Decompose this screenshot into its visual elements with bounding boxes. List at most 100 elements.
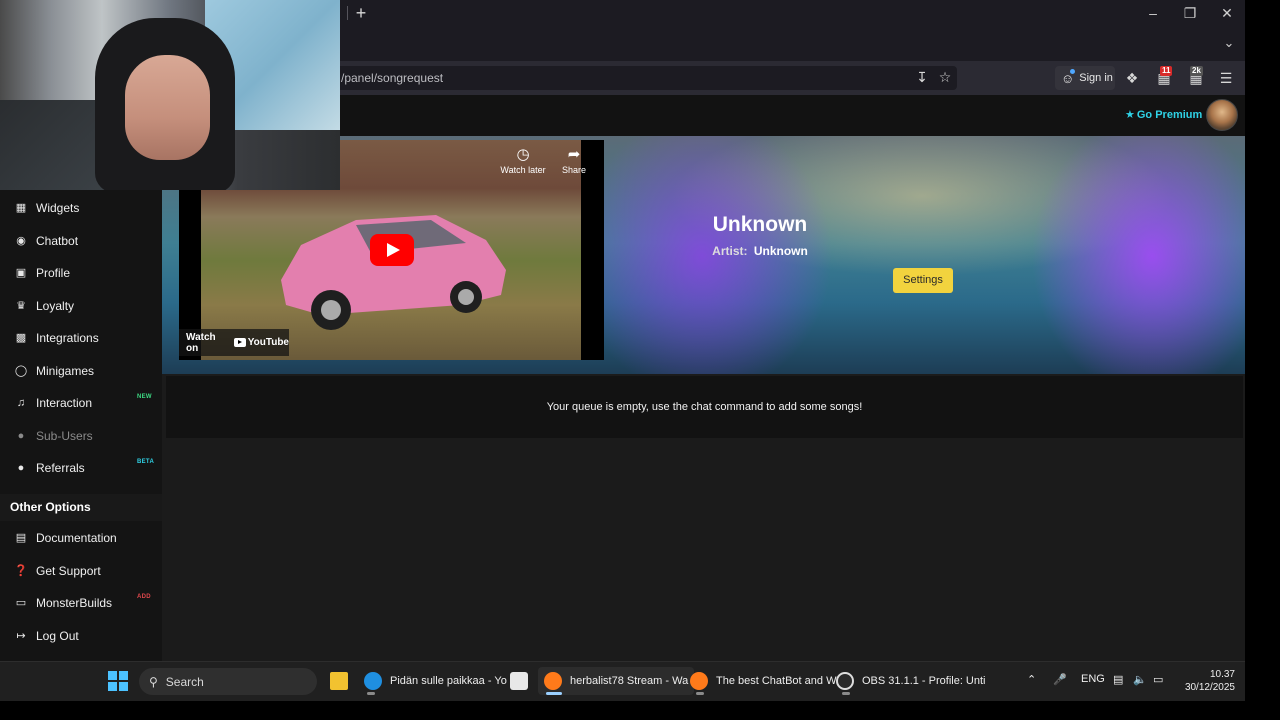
sidebar-item-label: Log Out — [36, 629, 79, 643]
minimize-icon[interactable]: – — [1143, 4, 1163, 22]
sign-in-label: Sign in — [1079, 72, 1113, 84]
volume-icon[interactable]: 🔈 — [1133, 673, 1147, 686]
active-indicator — [546, 692, 562, 695]
sidebar-item-monsterbuilds[interactable]: ▭ MonsterBuilds — [0, 588, 162, 618]
gamepad-icon: ◯ — [14, 365, 28, 377]
obs-icon — [836, 672, 854, 690]
bookmark-star-icon[interactable]: ☆ — [937, 69, 953, 85]
queue-empty-message: Your queue is empty, use the chat comman… — [166, 376, 1243, 438]
new-badge: NEW — [137, 394, 152, 400]
settings-button[interactable]: Settings — [893, 268, 953, 293]
sidebar-item-label: Widgets — [36, 201, 80, 215]
share-button[interactable]: ➦ Share — [549, 146, 599, 176]
beta-badge: BETA — [137, 459, 155, 465]
sidebar-item-sub-users[interactable]: ● Sub-Users — [0, 421, 162, 451]
question-icon: ❓ — [14, 565, 28, 577]
music-note-icon: ♫ — [16, 397, 26, 409]
close-icon[interactable]: ✕ — [1217, 4, 1237, 22]
taskbar-clock[interactable]: 10.37 30/12/2025 — [1175, 668, 1235, 694]
share-label: Share — [561, 165, 587, 175]
restore-icon[interactable]: ❐ — [1180, 4, 1200, 22]
go-premium-label: Go Premium — [1136, 108, 1203, 121]
windows-start-icon[interactable] — [108, 671, 128, 691]
person-face — [125, 55, 210, 160]
extension-badge: 11 — [1160, 66, 1173, 76]
sidebar-item-label: Chatbot — [36, 234, 79, 248]
taskbar-app-label: OBS 31.1.1 - Profile: Unti — [862, 675, 986, 687]
id-card-icon: ▣ — [15, 267, 27, 279]
avatar[interactable] — [1206, 99, 1238, 131]
language-indicator[interactable]: ENG — [1081, 673, 1105, 685]
store-icon[interactable] — [504, 667, 534, 695]
watch-later-label: Watch later — [500, 165, 546, 175]
sidebar-item-label: Loyalty — [36, 299, 75, 313]
sidebar-item-documentation[interactable]: ▤ Documentation — [0, 523, 162, 553]
clock-date: 30/12/2025 — [1184, 682, 1235, 693]
microphone-icon[interactable]: 🎤 — [1053, 673, 1067, 686]
youtube-play-button[interactable] — [370, 234, 414, 266]
network-icon[interactable]: ▤ — [1113, 673, 1123, 686]
file-explorer-icon[interactable] — [324, 667, 354, 695]
artist-label: Artist: — [712, 244, 748, 258]
add-badge: ADD — [137, 594, 151, 600]
new-tab-button[interactable]: + — [352, 4, 370, 22]
notification-dot — [1070, 69, 1075, 74]
search-icon: ⚲ — [149, 674, 158, 689]
taskbar-search[interactable]: ⚲ Search — [139, 668, 317, 695]
share-arrow-icon: ➦ — [567, 146, 581, 163]
sidebar-item-label: Profile — [36, 266, 71, 280]
sign-in-button[interactable]: ☺ Sign in — [1055, 66, 1115, 90]
song-title: Unknown — [712, 213, 808, 236]
sidebar-item-get-support[interactable]: ❓ Get Support — [0, 556, 162, 586]
clock-icon: ◷ — [516, 146, 530, 163]
taskbar-search-label: Search — [165, 674, 204, 689]
artist-value: Unknown — [753, 244, 808, 258]
sidebar-item-label: Documentation — [36, 531, 117, 545]
sidebar-item-minigames[interactable]: ◯ Minigames — [0, 356, 162, 386]
go-premium-link[interactable]: ★ Go Premium — [1125, 108, 1203, 122]
referral-icon: ● — [17, 462, 25, 474]
song-artist: Artist: Unknown — [597, 244, 923, 258]
sidebar-item-profile[interactable]: ▣ Profile — [0, 258, 162, 288]
plug-icon: ▩ — [15, 332, 27, 344]
watch-on-label: Watch on — [186, 331, 216, 354]
running-indicator — [842, 692, 850, 695]
tab-separator — [347, 6, 348, 20]
taskbar-app-firefox-1[interactable]: herbalist78 Stream - Wa — [538, 667, 695, 695]
extension-badge-2: 2k — [1190, 66, 1203, 76]
address-bar-url[interactable]: /panel/songrequest — [341, 71, 443, 85]
taskbar-app-obs[interactable]: OBS 31.1.1 - Profile: Unti — [830, 667, 992, 695]
taskbar-app-label: herbalist78 Stream - Wa — [570, 675, 689, 687]
taskbar-app-firefox-2[interactable]: The best ChatBot and W — [684, 667, 842, 695]
sidebar-item-chatbot[interactable]: ◉ Chatbot — [0, 226, 162, 256]
menu-hamburger-icon[interactable]: ☰ — [1217, 69, 1235, 87]
taskbar-app-edge[interactable]: Pidän sulle paikkaa - Yo — [358, 667, 513, 695]
sidebar-item-loyalty[interactable]: ♛ Loyalty — [0, 291, 162, 321]
list-all-tabs-icon[interactable]: ⌄ — [1220, 35, 1238, 51]
sidebar-item-integrations[interactable]: ▩ Integrations — [0, 323, 162, 353]
star-icon: ★ — [1125, 109, 1135, 121]
sidebar-item-label: Referrals — [36, 461, 85, 475]
logout-icon: ↦ — [16, 630, 26, 642]
running-indicator — [367, 692, 375, 695]
sidebar-item-label: Integrations — [36, 331, 99, 345]
sidebar-item-log-out[interactable]: ↦ Log Out — [0, 621, 162, 651]
laptop-icon: ▭ — [15, 597, 27, 609]
sidebar-item-label: MonsterBuilds — [36, 596, 113, 610]
watch-on-youtube-link[interactable]: Watch on YouTube — [179, 329, 289, 356]
tray-chevron-icon[interactable]: ⌃ — [1027, 673, 1036, 686]
sidebar-item-widgets[interactable]: ▦ Widgets — [0, 193, 162, 223]
sidebar-item-interaction[interactable]: ♫ Interaction — [0, 388, 162, 418]
youtube-logo-icon: YouTube — [233, 337, 289, 348]
battery-icon[interactable]: ▭ — [1153, 673, 1163, 686]
clock-time: 10.37 — [1209, 669, 1235, 680]
firefox-icon — [544, 672, 562, 690]
trophy-icon: ♛ — [16, 300, 26, 312]
taskbar-app-label: Pidän sulle paikkaa - Yo — [390, 675, 507, 687]
watch-later-button[interactable]: ◷ Watch later — [498, 146, 548, 176]
sidebar-item-referrals[interactable]: ● Referrals — [0, 453, 162, 483]
sidebar-item-label: Get Support — [36, 564, 101, 578]
save-page-icon[interactable]: ↧ — [914, 69, 930, 85]
other-options-heading: Other Options — [0, 494, 162, 521]
extensions-icon[interactable]: ❖ — [1123, 69, 1141, 87]
